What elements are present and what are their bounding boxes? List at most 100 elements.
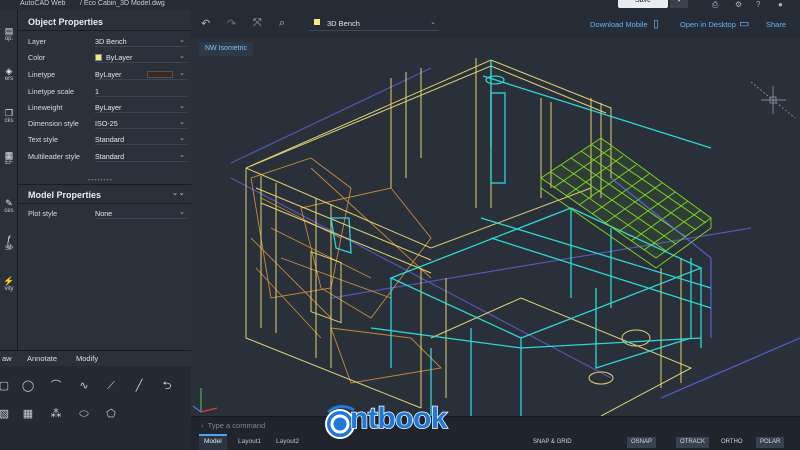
mobile-icon[interactable]: ▯ (653, 17, 659, 30)
save-button[interactable]: Save (618, 0, 668, 8)
toolstrip-properties[interactable]: ▤ op. (0, 26, 18, 42)
prop-row-multileader-style[interactable]: Multileader style Standard ⌄ (28, 149, 188, 163)
status-bar: Model Layout1 Layout2 SNAP & GRID OSNAP … (191, 434, 800, 450)
properties-panel: Object Properties Layer 3D Bench ⌄ Color … (18, 10, 191, 350)
toggle-ortho[interactable]: ORTHO (717, 437, 747, 448)
prop-row-lineweight[interactable]: Lineweight ByLayer ⌄ (28, 100, 188, 114)
dimension-style-select[interactable]: ISO-25 ⌄ (95, 117, 187, 129)
linetype-scale-input[interactable]: 1 (95, 85, 187, 97)
chevron-down-icon: ⌄ (179, 135, 185, 142)
line-icon[interactable]: ⟋ (101, 376, 121, 396)
toolstrip-lisp[interactable]: SP (0, 246, 18, 252)
command-input[interactable]: › Type a command (201, 421, 265, 430)
prop-value: 1 (95, 87, 99, 96)
chevron-down-icon: ⌄ (179, 119, 185, 126)
layers-icon: ◈ (5, 66, 13, 76)
array-icon[interactable]: ▦ (18, 404, 38, 424)
prop-label: Lineweight (28, 103, 63, 112)
prop-row-text-style[interactable]: Text style Standard ⌄ (28, 132, 188, 146)
layer-dropdown[interactable]: 3D Bench ⌄ (309, 16, 439, 31)
prop-label: Dimension style (28, 119, 79, 128)
tab-modify[interactable]: Modify (76, 354, 98, 363)
multileader-style-select[interactable]: Standard ⌄ (95, 150, 187, 162)
prop-row-plot-style[interactable]: Plot style None ⌄ (28, 206, 188, 220)
rectangle-icon[interactable]: ▢ (0, 376, 14, 396)
help-icon[interactable]: ? (756, 0, 760, 9)
settings-gear-icon[interactable]: ⚙ (735, 0, 742, 9)
print-icon[interactable]: ⎙ (712, 0, 718, 10)
polygon-icon[interactable]: ⬠ (101, 404, 121, 424)
prop-value: Standard (95, 152, 125, 161)
chevron-down-icon: ⌄ (179, 209, 185, 216)
desktop-icon[interactable]: ▭ (739, 17, 749, 30)
toolstrip-blocks[interactable]: ❒ cks (0, 108, 18, 124)
tab-layout2[interactable]: Layout2 (271, 434, 304, 450)
drawing-canvas[interactable]: ↶ ↷ ⤧ ⌕ 3D Bench ⌄ Download Mobile ▯ Ope… (191, 10, 800, 416)
arc-icon[interactable]: ⌒ (46, 376, 66, 396)
open-in-desktop-link[interactable]: Open in Desktop (680, 20, 736, 29)
chevron-down-icon: ⌄ (179, 103, 185, 110)
tab-model[interactable]: Model (199, 434, 227, 450)
download-mobile-link[interactable]: Download Mobile (590, 20, 648, 29)
color-swatch (95, 54, 102, 61)
prop-value: ByLayer (106, 53, 133, 62)
prop-label: Color (28, 53, 46, 62)
tab-draw[interactable]: aw (2, 354, 12, 363)
toggle-snap-grid[interactable]: SNAP & GRID (529, 437, 576, 448)
prop-row-color[interactable]: Color ByLayer ⌄ (28, 50, 188, 64)
prop-row-layer[interactable]: Layer 3D Bench ⌄ (28, 34, 188, 48)
prop-row-dimension-style[interactable]: Dimension style ISO-25 ⌄ (28, 116, 188, 130)
toolstrip-layers[interactable]: ◈ ers (0, 66, 18, 82)
ellipse-icon[interactable]: ⬭ (74, 404, 94, 424)
prop-row-linetype-scale[interactable]: Linetype scale 1 (28, 84, 188, 98)
point-icon[interactable]: ⁂ (46, 404, 66, 424)
linetype-preview (147, 71, 173, 78)
prop-value: None (95, 209, 113, 218)
cabin-3d-wireframe (192, 58, 800, 416)
prop-label: Text style (28, 135, 58, 144)
hatch-boundary-icon[interactable]: ⮌ (157, 376, 177, 396)
hatch-icon[interactable]: ▧ (0, 404, 14, 424)
zoom-extents-icon[interactable]: ⤧ (253, 17, 262, 30)
zoom-window-icon[interactable]: ⌕ (279, 17, 285, 30)
prop-row-linetype[interactable]: Linetype ByLayer ⌄ (28, 67, 188, 81)
polyline-icon[interactable]: ╱ (129, 376, 149, 396)
toolstrip-xref[interactable]: ▦ EF (0, 150, 18, 166)
tab-annotate[interactable]: Annotate (27, 354, 57, 363)
blocks-icon: ❒ (4, 108, 14, 118)
toggle-osnap[interactable]: OSNAP (627, 437, 657, 448)
toolstrip-label: op. (4, 36, 14, 42)
color-select[interactable]: ByLayer ⌄ (95, 51, 187, 63)
linetype-select[interactable]: ByLayer ⌄ (95, 68, 187, 80)
toolstrip-label: cks (4, 118, 14, 124)
xref-icon: ▦ (4, 150, 14, 160)
spline-icon[interactable]: ∿ (74, 376, 94, 396)
user-avatar-icon[interactable]: ● (778, 0, 783, 9)
redo-icon[interactable]: ↷ (227, 17, 236, 30)
lineweight-select[interactable]: ByLayer ⌄ (95, 101, 187, 113)
traces-icon: ✎ (5, 198, 13, 208)
object-properties-title: Object Properties (28, 17, 104, 27)
collapse-chevron-icon[interactable]: ⌄⌄ (172, 188, 185, 197)
prop-value: ISO-25 (95, 119, 118, 128)
layer-select[interactable]: 3D Bench ⌄ (95, 35, 187, 47)
prop-label: Linetype scale (28, 87, 74, 96)
toggle-polar[interactable]: POLAR (756, 437, 785, 448)
share-link[interactable]: Share (766, 20, 786, 29)
toolstrip-traces[interactable]: ✎ ces (0, 198, 18, 214)
toggle-otrack[interactable]: OTRACK (676, 437, 710, 448)
model-properties-title: Model Properties (28, 190, 102, 200)
text-style-select[interactable]: Standard ⌄ (95, 133, 187, 145)
divider (18, 203, 191, 204)
toolstrip-activity[interactable]: ⚡ vity (0, 276, 18, 292)
layer-color-swatch (314, 19, 320, 25)
watermark-text: ntbook (349, 401, 448, 436)
command-line[interactable]: › Type a command (191, 416, 800, 434)
save-options-chevron-icon[interactable]: ▾ (670, 0, 688, 8)
undo-icon[interactable]: ↶ (201, 17, 210, 30)
tab-layout1[interactable]: Layout1 (233, 434, 266, 450)
circle-icon[interactable]: ◯ (18, 376, 38, 396)
prop-label: Layer (28, 37, 46, 46)
plot-style-select[interactable]: None ⌄ (95, 207, 187, 219)
app-name: AutoCAD Web (20, 0, 66, 7)
